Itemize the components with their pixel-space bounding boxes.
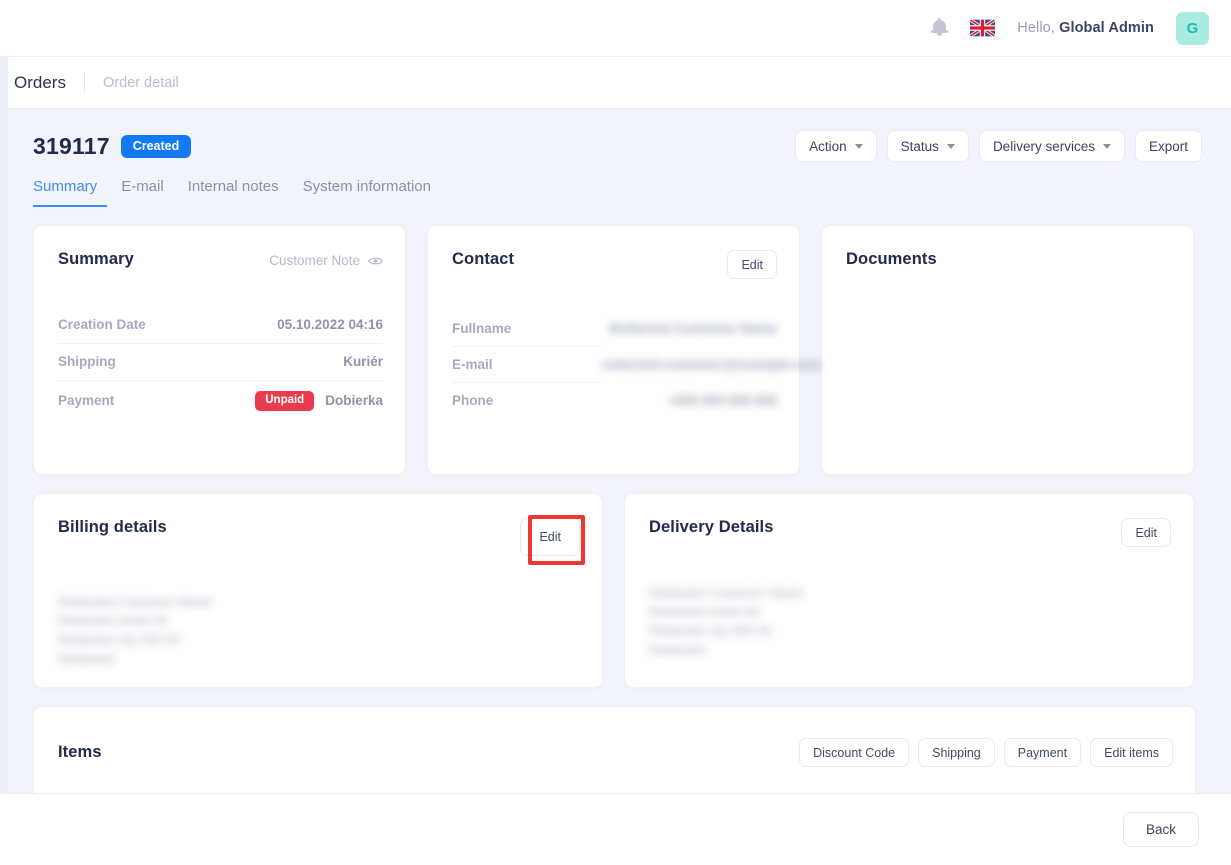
- delivery-card-title: Delivery Details: [649, 518, 774, 536]
- documents-card: Documents: [821, 225, 1194, 475]
- delivery-services-dropdown-button[interactable]: Delivery services: [978, 130, 1125, 162]
- shipping-button[interactable]: Shipping: [918, 738, 995, 767]
- chevron-down-icon: [946, 143, 955, 149]
- tab-summary[interactable]: Summary: [33, 178, 97, 207]
- top-bar-right-group: Hello, Global Admin G: [931, 11, 1209, 45]
- billing-card-title: Billing details: [58, 518, 167, 536]
- page-content: 319117 Created Summary E-mail Internal n…: [8, 109, 1231, 793]
- tab-email[interactable]: E-mail: [121, 178, 164, 207]
- tab-system-information[interactable]: System information: [303, 178, 431, 207]
- contact-value: +000 000 000 000: [667, 393, 777, 408]
- summary-key: Creation Date: [58, 317, 146, 332]
- summary-value: 05.10.2022 04:16: [277, 317, 383, 332]
- action-dropdown-button[interactable]: Action: [795, 130, 877, 162]
- contact-row-phone: Phone +000 000 000 000: [452, 383, 777, 419]
- delivery-card-header: Delivery Details Edit: [649, 518, 1171, 547]
- cards-row-one: Summary Customer Note Creation Date 05.1…: [33, 225, 1203, 475]
- items-card-header: Items Discount Code Shipping Payment Edi…: [58, 738, 1173, 767]
- contact-key: E-mail: [452, 357, 493, 372]
- items-card-title: Items: [58, 743, 102, 761]
- summary-card-title: Summary: [58, 250, 134, 268]
- discount-code-button[interactable]: Discount Code: [799, 738, 910, 767]
- footer-bar: Back: [0, 793, 1231, 865]
- customer-note-toggle[interactable]: Customer Note: [269, 250, 383, 268]
- top-bar: Hello, Global Admin G: [0, 0, 1231, 57]
- chevron-down-icon: [854, 143, 863, 149]
- summary-row-payment: Payment Unpaid Dobierka: [58, 381, 383, 422]
- contact-card: Contact Edit Fullname Redacted Customer …: [427, 225, 822, 475]
- contact-value: redacted.customer@example.com: [602, 357, 822, 372]
- page-title: 319117: [33, 133, 110, 159]
- summary-key: Shipping: [58, 354, 116, 369]
- eye-icon: [368, 257, 383, 264]
- summary-card-header: Summary Customer Note: [58, 250, 383, 269]
- billing-address: Redacted Customer Name Redacted street 0…: [58, 594, 212, 666]
- breadcrumb-order-detail: Order detail: [102, 74, 179, 91]
- breadcrumb: Orders Order detail: [0, 57, 1231, 109]
- documents-card-title: Documents: [846, 250, 937, 268]
- contact-edit-button[interactable]: Edit: [727, 250, 777, 279]
- contact-fields: Fullname Redacted Customer Name E-mail r…: [452, 311, 822, 419]
- summary-value: Dobierka: [325, 393, 383, 409]
- billing-card-header: Billing details Edit: [58, 518, 580, 556]
- action-dropdown-label: Action: [809, 138, 847, 154]
- unpaid-badge: Unpaid: [255, 391, 315, 411]
- status-dropdown-button[interactable]: Status: [886, 130, 969, 162]
- delivery-services-dropdown-label: Delivery services: [992, 138, 1095, 154]
- export-button[interactable]: Export: [1134, 130, 1202, 162]
- summary-key: Payment: [58, 393, 115, 409]
- contact-key: Fullname: [452, 321, 512, 336]
- order-detail-page: Hello, Global Admin G Orders Order detai…: [0, 0, 1231, 865]
- contact-row-email: E-mail redacted.customer@example.com: [452, 347, 822, 383]
- back-button[interactable]: Back: [1122, 812, 1199, 847]
- summary-value: Kuriér: [343, 354, 383, 369]
- billing-details-edit-button[interactable]: Edit: [520, 518, 580, 556]
- avatar[interactable]: G: [1176, 11, 1209, 45]
- status-badge: Created: [120, 135, 192, 158]
- export-button-label: Export: [1148, 138, 1188, 154]
- summary-fields: Creation Date 05.10.2022 04:16 Shipping …: [58, 307, 383, 422]
- customer-note-label: Customer Note: [269, 253, 360, 268]
- header-action-buttons: Action Status Delivery services Export: [795, 130, 1202, 162]
- breadcrumb-orders[interactable]: Orders: [14, 73, 66, 93]
- uk-flag-icon[interactable]: [970, 19, 996, 37]
- contact-row-fullname: Fullname Redacted Customer Name: [452, 311, 777, 347]
- summary-row-creation-date: Creation Date 05.10.2022 04:16: [58, 307, 383, 344]
- user-name: Global Admin: [1059, 20, 1154, 36]
- edit-items-button[interactable]: Edit items: [1090, 738, 1173, 767]
- cards-row-three: Items Discount Code Shipping Payment Edi…: [33, 706, 1203, 793]
- items-card: Items Discount Code Shipping Payment Edi…: [33, 706, 1196, 793]
- documents-card-header: Documents: [846, 250, 1171, 269]
- payment-button[interactable]: Payment: [1003, 738, 1082, 767]
- delivery-address: Redacted Customer Name Redacted street 0…: [649, 585, 803, 657]
- contact-key: Phone: [452, 393, 494, 408]
- left-rail-strip: [0, 57, 8, 793]
- cards-row-two: Billing details Edit Redacted Customer N…: [33, 493, 1203, 688]
- delivery-details-card: Delivery Details Edit Redacted Customer …: [624, 493, 1194, 688]
- bell-icon[interactable]: [931, 17, 949, 38]
- summary-row-shipping: Shipping Kuriér: [58, 344, 383, 381]
- tab-internal-notes[interactable]: Internal notes: [188, 178, 279, 207]
- contact-card-title: Contact: [452, 250, 515, 268]
- tab-bar: Summary E-mail Internal notes System inf…: [33, 178, 1203, 207]
- contact-card-header: Contact Edit: [452, 250, 777, 279]
- contact-value: Redacted Customer Name: [608, 321, 777, 336]
- chevron-down-icon: [1102, 143, 1111, 149]
- summary-card: Summary Customer Note Creation Date 05.1…: [33, 225, 406, 475]
- delivery-details-edit-button[interactable]: Edit: [1121, 518, 1171, 547]
- items-actions: Discount Code Shipping Payment Edit item…: [799, 738, 1173, 767]
- greeting-prefix: Hello,: [1017, 20, 1055, 36]
- greeting-text: Hello, Global Admin: [1017, 20, 1154, 36]
- billing-details-card: Billing details Edit Redacted Customer N…: [33, 493, 603, 688]
- status-dropdown-label: Status: [900, 138, 939, 154]
- breadcrumb-divider: [83, 72, 85, 93]
